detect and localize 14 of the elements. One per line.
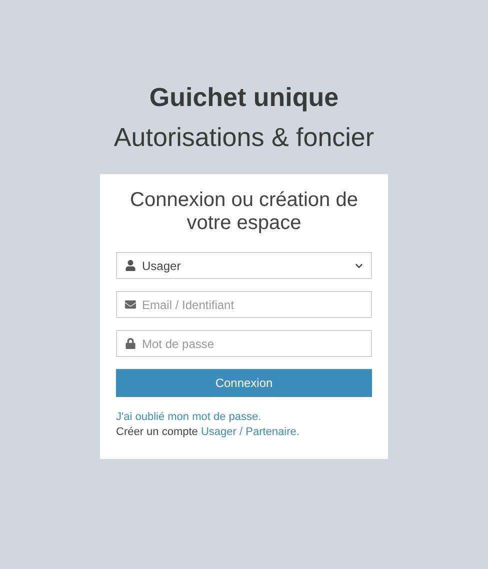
forgot-password-link[interactable]: J'ai oublié mon mot de passe. [116, 410, 262, 425]
login-button[interactable]: Connexion [116, 369, 372, 397]
signup-text: Créer un compte Usager / Partenaire. [116, 425, 300, 440]
account-type-select[interactable]: Usager [116, 252, 372, 279]
password-field[interactable]: Mot de passe [116, 330, 372, 357]
lock-icon [125, 338, 136, 349]
chevron-down-icon [355, 262, 363, 270]
user-icon [125, 260, 136, 271]
page-title: Guichet unique [149, 82, 339, 112]
envelope-icon [125, 299, 136, 310]
signup-link[interactable]: Usager / Partenaire. [200, 426, 300, 438]
card-heading: Connexion ou création de votre espace [129, 189, 359, 235]
page-subtitle: Autorisations & foncier [114, 122, 374, 152]
email-field[interactable]: Email / Identifiant [116, 291, 372, 318]
